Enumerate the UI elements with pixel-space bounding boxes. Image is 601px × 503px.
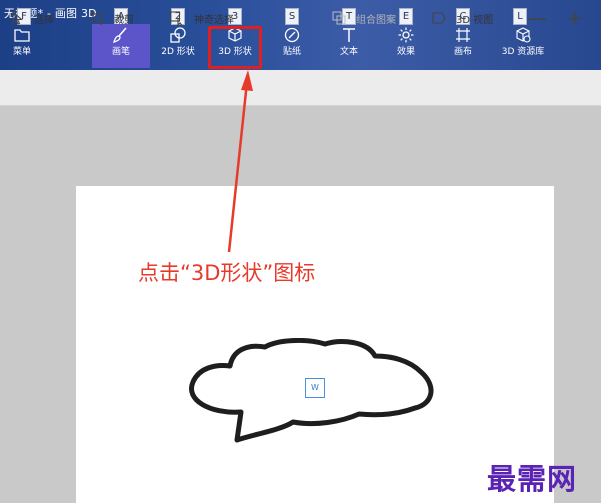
sticker-label-box[interactable]: W <box>305 378 325 398</box>
watermark-text: 最需网 <box>487 462 578 496</box>
